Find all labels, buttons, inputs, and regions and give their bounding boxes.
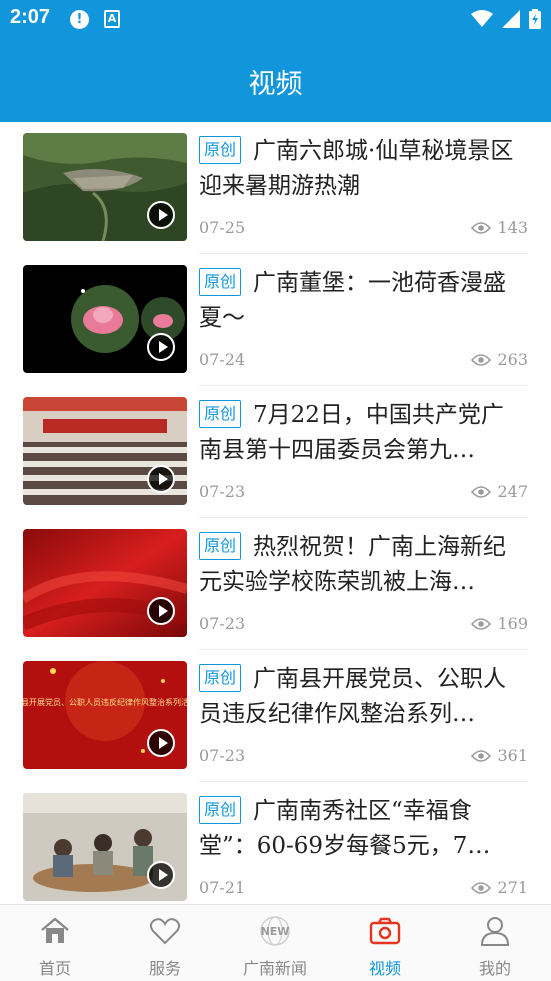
video-list-item[interactable]: 原创 热烈祝贺！广南上海新纪元实验学校陈荣凯被上海… 07-23 169 — [0, 518, 551, 650]
view-count: 247 — [471, 482, 528, 501]
view-count-value: 247 — [497, 482, 528, 501]
tab-label: 服务 — [148, 959, 181, 978]
eye-icon — [471, 881, 492, 894]
wifi-icon — [470, 9, 493, 27]
original-badge: 原创 — [199, 400, 242, 428]
view-count: 143 — [471, 218, 528, 237]
tab-video[interactable]: 视频 — [330, 905, 440, 981]
page-title: 视频 — [248, 69, 303, 100]
original-badge: 原创 — [199, 136, 242, 164]
new-globe-icon: NEW — [260, 916, 290, 946]
battery-icon — [529, 8, 541, 29]
tab-label: 首页 — [38, 959, 71, 978]
status-bar: 2:07 ! A — [0, 0, 551, 38]
play-icon[interactable] — [147, 201, 175, 229]
video-title-text: 7月22日，中国共产党广南县第十四届委员会第九… — [199, 402, 504, 463]
video-title[interactable]: 原创 热烈祝贺！广南上海新纪元实验学校陈荣凯被上海… — [199, 530, 525, 600]
tab-label: 视频 — [368, 959, 401, 978]
video-thumbnail[interactable] — [23, 397, 187, 505]
play-icon[interactable] — [147, 333, 175, 361]
heart-icon — [149, 918, 181, 945]
video-list-item[interactable]: 原创 广南董堡：一池荷香漫盛夏～ 07-24 263 — [0, 254, 551, 386]
video-list-item[interactable]: 原创 7月22日，中国共产党广南县第十四届委员会第九… 07-23 247 — [0, 386, 551, 518]
original-badge: 原创 — [199, 532, 242, 560]
view-count-value: 143 — [497, 218, 528, 237]
publish-date: 07-25 — [199, 218, 246, 237]
tab-home[interactable]: 首页 — [0, 905, 110, 981]
new-icon-text: NEW — [261, 925, 290, 938]
eye-icon — [471, 353, 492, 366]
eye-icon — [471, 485, 492, 498]
status-icons — [467, 8, 541, 30]
video-title[interactable]: 原创 广南南秀社区“幸福食堂”：60-69岁每餐5元，7… — [199, 794, 525, 864]
video-thumbnail[interactable]: 南县开展党员、公职人员违反纪律作风整治系列活动 — [23, 661, 187, 769]
play-icon[interactable] — [147, 729, 175, 757]
home-icon — [41, 917, 69, 943]
publish-date: 07-23 — [199, 746, 246, 765]
keyboard-a-icon: A — [104, 10, 120, 28]
original-badge: 原创 — [199, 268, 242, 296]
view-count-value: 263 — [497, 350, 528, 369]
video-thumbnail[interactable] — [23, 529, 187, 637]
original-badge: 原创 — [199, 796, 242, 824]
play-icon[interactable] — [147, 861, 175, 889]
banner-text: 南县开展党员、公职人员违反纪律作风整治系列活动 — [23, 697, 187, 707]
signal-icon — [501, 9, 520, 28]
camera-icon — [369, 917, 401, 945]
play-icon[interactable] — [147, 597, 175, 625]
eye-icon — [471, 749, 492, 762]
publish-date: 07-23 — [199, 482, 246, 501]
publish-date: 07-21 — [199, 878, 246, 897]
tab-mine[interactable]: 我的 — [440, 905, 550, 981]
view-count: 169 — [471, 614, 528, 633]
video-list-item[interactable]: 原创 广南六郎城·仙草秘境景区迎来暑期游热潮 07-25 143 — [0, 122, 551, 254]
video-title[interactable]: 原创 广南六郎城·仙草秘境景区迎来暑期游热潮 — [199, 134, 525, 204]
alert-icon: ! — [70, 10, 89, 29]
video-title-text: 广南董堡：一池荷香漫盛夏～ — [199, 270, 507, 331]
user-icon — [480, 917, 510, 946]
video-list-item[interactable]: 南县开展党员、公职人员违反纪律作风整治系列活动 原创广南县开展党员、公职人员违反… — [0, 650, 551, 782]
publish-date: 07-23 — [199, 614, 246, 633]
video-thumbnail[interactable] — [23, 265, 187, 373]
video-title-text: 热烈祝贺！广南上海新纪元实验学校陈荣凯被上海… — [199, 534, 507, 595]
status-time: 2:07 — [10, 6, 51, 28]
video-thumbnail[interactable] — [23, 793, 187, 901]
view-count-value: 271 — [497, 878, 528, 897]
video-title[interactable]: 原创 广南县开展党员、公职人员违反纪律作风整治系列… — [199, 662, 525, 732]
view-count: 271 — [471, 878, 528, 897]
video-title-text: 广南六郎城·仙草秘境景区迎来暑期游热潮 — [199, 138, 514, 199]
video-feed[interactable]: 原创 广南六郎城·仙草秘境景区迎来暑期游热潮 07-25 143 原创 广南董堡：一… — [0, 122, 551, 904]
tab-label: 广南新闻 — [242, 959, 307, 978]
tab-guangnan-news[interactable]: NEW 广南新闻 — [220, 905, 330, 981]
tab-label: 我的 — [478, 959, 511, 978]
view-count: 263 — [471, 350, 528, 369]
app-header: 视频 — [0, 38, 551, 122]
bottom-tab-bar: 首页 服务 NEW 广南新闻 视频 我的 — [0, 904, 551, 981]
eye-icon — [471, 617, 492, 630]
video-title[interactable]: 原创 7月22日，中国共产党广南县第十四届委员会第九… — [199, 398, 525, 468]
video-title-text: 广南南秀社区“幸福食堂”：60-69岁每餐5元，7… — [199, 798, 491, 859]
eye-icon — [471, 221, 492, 234]
view-count-value: 169 — [497, 614, 528, 633]
video-list-item[interactable]: 原创 广南南秀社区“幸福食堂”：60-69岁每餐5元，7… 07-21 271 — [0, 782, 551, 904]
original-badge: 原创 — [199, 664, 242, 692]
play-icon[interactable] — [147, 465, 175, 493]
view-count: 361 — [471, 746, 528, 765]
publish-date: 07-24 — [199, 350, 246, 369]
view-count-value: 361 — [497, 746, 528, 765]
video-title[interactable]: 原创 广南董堡：一池荷香漫盛夏～ — [199, 266, 525, 336]
video-title-text: 广南县开展党员、公职人员违反纪律作风整治系列… — [199, 666, 507, 727]
video-thumbnail[interactable] — [23, 133, 187, 241]
tab-service[interactable]: 服务 — [110, 905, 220, 981]
